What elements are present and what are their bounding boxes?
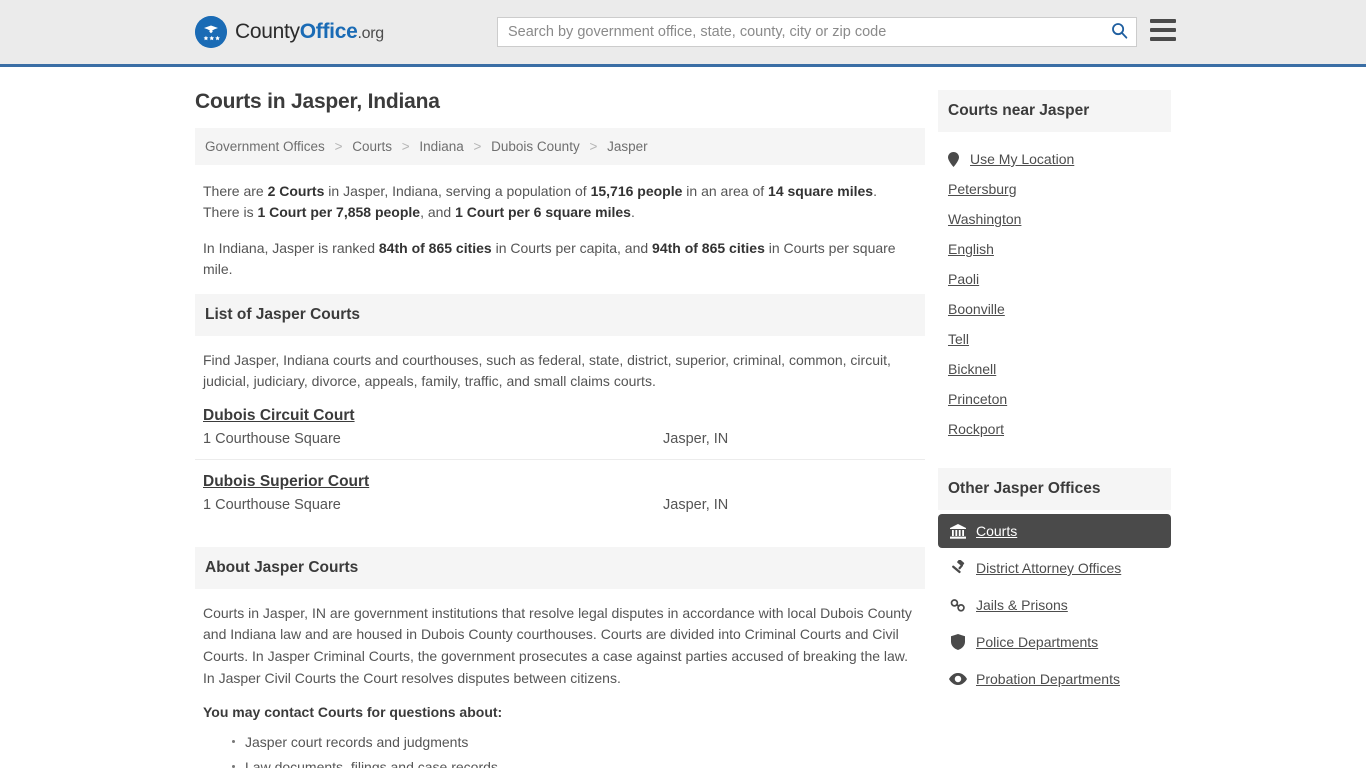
search-button[interactable] [1102,18,1136,46]
other-offices-heading: Other Jasper Offices [938,468,1171,510]
near-city-link[interactable]: English [948,241,994,257]
site-header: CountyOffice.org [0,0,1366,67]
use-my-location-link[interactable]: Use My Location [970,151,1074,167]
office-link-probation-departments[interactable]: Probation Departments [976,671,1120,687]
shield-icon [948,634,967,650]
sidebar-top-spacer [938,67,1171,90]
about-paragraph: Courts in Jasper, IN are government inst… [203,604,912,686]
list-section-heading: List of Jasper Courts [195,294,925,337]
near-city-item[interactable]: Petersburg [938,174,1171,204]
logo-text-office: Office [299,20,358,43]
court-name-link[interactable]: Dubois Circuit Court [203,407,355,425]
hamburger-menu-icon[interactable] [1150,19,1176,41]
handcuffs-icon [948,598,967,613]
about-section-heading: About Jasper Courts [195,546,925,589]
stats-paragraph-2: In Indiana, Jasper is ranked 84th of 865… [203,239,896,277]
gavel-icon [948,560,967,576]
office-link-jails-prisons[interactable]: Jails & Prisons [976,597,1068,613]
contact-heading: You may contact Courts for questions abo… [203,704,503,721]
sidebar: Courts near Jasper Use My Location Peter… [938,67,1171,768]
near-city-link[interactable]: Paoli [948,271,979,287]
site-logo[interactable]: CountyOffice.org [195,16,384,48]
use-my-location-item[interactable]: Use My Location [938,144,1171,174]
near-city-item[interactable]: Boonville [938,294,1171,324]
search-input[interactable] [498,18,1102,46]
near-city-item[interactable]: Princeton [938,384,1171,414]
near-city-link[interactable]: Bicknell [948,361,996,377]
statistics-block: There are 2 Courts in Jasper, Indiana, s… [195,165,925,280]
breadcrumb-item-government-offices[interactable]: Government Offices [205,139,325,154]
near-city-link[interactable]: Washington [948,211,1021,227]
near-city-link[interactable]: Petersburg [948,181,1016,197]
breadcrumb-separator: > [401,139,410,154]
court-list-item: Dubois Superior Court 1 Courthouse Squar… [195,473,925,525]
near-city-item[interactable]: Bicknell [938,354,1171,384]
office-link-police-departments[interactable]: Police Departments [976,634,1098,650]
hamburger-bar-3 [1150,37,1176,41]
about-section-body: Courts in Jasper, IN are government inst… [195,589,925,768]
stats-paragraph-1: There are 2 Courts in Jasper, Indiana, s… [203,183,877,221]
breadcrumb-separator: > [334,139,343,154]
near-city-item[interactable]: Washington [938,204,1171,234]
list-section-body: Find Jasper, Indiana courts and courthou… [195,336,925,393]
office-item-police-departments[interactable]: Police Departments [938,625,1171,659]
court-list-item: Dubois Circuit Court 1 Courthouse Square… [195,407,925,460]
near-city-link[interactable]: Tell [948,331,969,347]
courts-near-list: Use My Location Petersburg Washington En… [938,136,1171,450]
court-address: 1 Courthouse Square [203,496,341,513]
office-item-probation-departments[interactable]: Probation Departments [938,662,1171,696]
other-offices-block: Other Jasper Offices Courts District Att… [938,468,1171,696]
breadcrumb-item-dubois-county[interactable]: Dubois County [491,139,580,154]
page-container: Courts in Jasper, Indiana Government Off… [0,67,1366,768]
hamburger-bar-2 [1150,28,1176,32]
map-pin-icon [948,151,961,167]
near-city-item[interactable]: Paoli [938,264,1171,294]
logo-text-county: County [235,20,300,43]
near-city-link[interactable]: Rockport [948,421,1004,437]
page-title: Courts in Jasper, Indiana [195,90,440,113]
office-item-courts[interactable]: Courts [938,514,1171,548]
eye-icon [948,673,967,685]
court-city: Jasper, IN [663,496,729,513]
eagle-seal-icon [195,16,227,48]
court-detail-row: 1 Courthouse Square Jasper, IN [203,431,917,447]
logo-text-tld: .org [357,25,384,42]
court-list: Dubois Circuit Court 1 Courthouse Square… [195,407,925,525]
breadcrumb: Government Offices > Courts > Indiana > … [195,128,925,165]
breadcrumb-item-jasper[interactable]: Jasper [607,139,648,154]
contact-topic-item: Jasper court records and judgments [232,732,917,752]
search-icon [1111,22,1128,42]
office-link-district-attorney[interactable]: District Attorney Offices [976,560,1121,576]
contact-topics-list: Jasper court records and judgments Law d… [203,732,917,768]
breadcrumb-separator: > [589,139,598,154]
breadcrumb-item-indiana[interactable]: Indiana [419,139,463,154]
breadcrumb-item-courts[interactable]: Courts [352,139,392,154]
contact-topic-item: Law documents, filings and case records [232,757,917,768]
near-city-item[interactable]: English [938,234,1171,264]
search-bar[interactable] [497,17,1137,47]
court-city: Jasper, IN [663,430,729,447]
courthouse-bank-icon [948,523,967,539]
office-link-courts[interactable]: Courts [976,523,1017,539]
courts-near-heading: Courts near Jasper [938,90,1171,132]
hamburger-bar-1 [1150,19,1176,23]
court-address: 1 Courthouse Square [203,430,341,447]
near-city-link[interactable]: Princeton [948,391,1007,407]
near-city-link[interactable]: Boonville [948,301,1005,317]
near-city-item[interactable]: Tell [938,324,1171,354]
court-detail-row: 1 Courthouse Square Jasper, IN [203,497,917,513]
main-content: Courts in Jasper, Indiana Government Off… [195,67,925,768]
office-item-district-attorney[interactable]: District Attorney Offices [938,551,1171,585]
office-item-jails-prisons[interactable]: Jails & Prisons [938,588,1171,622]
breadcrumb-separator: > [473,139,482,154]
court-name-link[interactable]: Dubois Superior Court [203,473,369,491]
near-city-item[interactable]: Rockport [938,414,1171,444]
logo-wordmark: CountyOffice.org [235,20,384,44]
list-section-intro: Find Jasper, Indiana courts and courthou… [203,352,891,390]
